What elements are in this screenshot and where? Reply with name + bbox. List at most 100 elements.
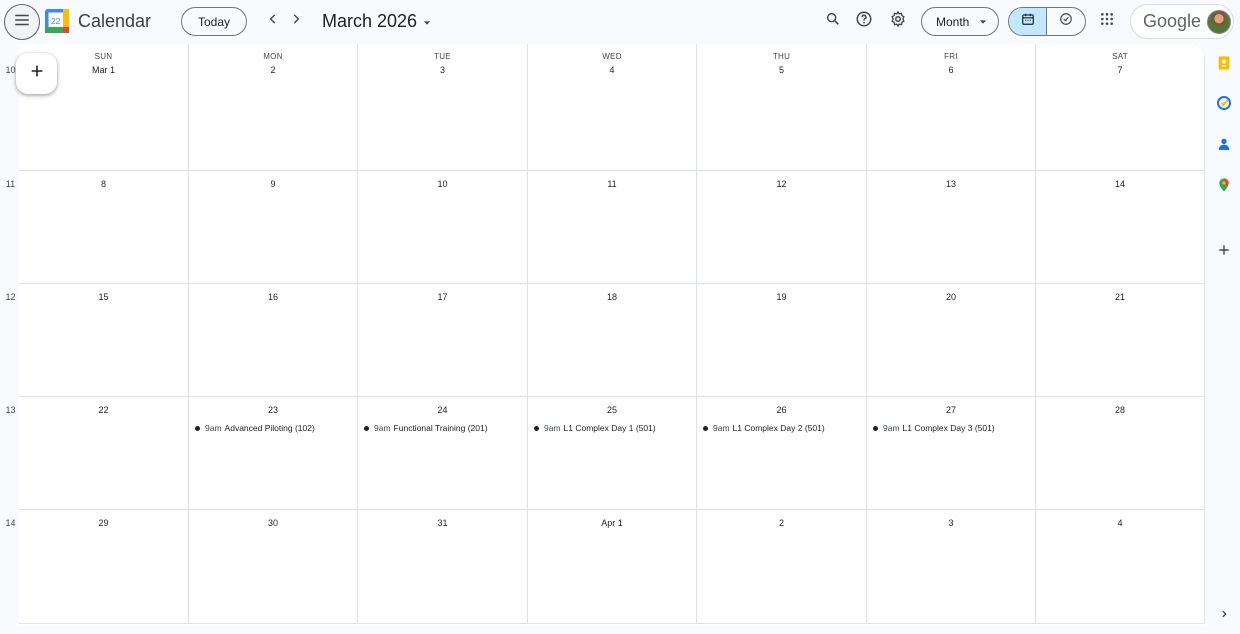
day-cell[interactable]: 18 (528, 284, 697, 397)
day-cell[interactable]: 23 9am Advanced Piloting (102) (189, 397, 358, 510)
day-number[interactable]: 19 (697, 292, 866, 302)
day-number[interactable]: 13 (867, 179, 1035, 189)
month-picker[interactable]: March 2026 (322, 10, 431, 32)
event-chip[interactable]: 9am L1 Complex Day 3 (501) (873, 421, 1031, 435)
event-chip[interactable]: 9am L1 Complex Day 2 (501) (703, 421, 862, 435)
day-cell[interactable]: 4 (1036, 510, 1205, 624)
week-number[interactable]: 11 (2, 179, 19, 189)
day-cell[interactable]: 28 (1036, 397, 1205, 510)
week-number[interactable]: 14 (2, 518, 19, 528)
day-cell[interactable]: 27 9am L1 Complex Day 3 (501) (867, 397, 1036, 510)
day-number[interactable]: 23 (189, 405, 357, 415)
create-event-button[interactable] (16, 53, 57, 94)
event-chip[interactable]: 9am L1 Complex Day 1 (501) (534, 421, 692, 435)
event-time: 9am (713, 423, 730, 433)
day-number[interactable]: 3 (867, 518, 1035, 528)
day-cell[interactable]: 13 (867, 171, 1036, 284)
expand-side-panel-button[interactable] (1214, 605, 1234, 625)
day-cell[interactable]: 12 (697, 171, 867, 284)
day-cell[interactable]: 26 9am L1 Complex Day 2 (501) (697, 397, 867, 510)
day-cell[interactable]: 29 (19, 510, 189, 624)
day-number[interactable]: 8 (19, 179, 188, 189)
day-cell[interactable]: 19 (697, 284, 867, 397)
day-cell[interactable]: WED 4 (528, 44, 697, 171)
day-cell[interactable]: 25 9am L1 Complex Day 1 (501) (528, 397, 697, 510)
next-month-button[interactable] (285, 10, 307, 32)
day-number[interactable]: 25 (528, 405, 696, 415)
tasks-button[interactable] (1214, 95, 1234, 115)
day-cell[interactable]: 8 (19, 171, 189, 284)
contacts-button[interactable] (1214, 136, 1234, 156)
event-chip[interactable]: 9am Advanced Piloting (102) (195, 421, 353, 435)
day-number[interactable]: 20 (867, 292, 1035, 302)
day-cell[interactable]: 17 (358, 284, 528, 397)
day-cell[interactable]: 11 (528, 171, 697, 284)
day-cell[interactable]: Apr 1 (528, 510, 697, 624)
help-button[interactable] (853, 10, 875, 32)
calendar-logo[interactable]: 22 (45, 9, 69, 33)
day-number[interactable]: 17 (358, 292, 527, 302)
day-cell[interactable]: 3 (867, 510, 1036, 624)
day-number[interactable]: 2 (189, 65, 357, 75)
day-number[interactable]: 3 (358, 65, 527, 75)
get-addons-button[interactable] (1214, 242, 1234, 262)
day-number[interactable]: 31 (358, 518, 527, 528)
account-button[interactable]: Google (1130, 4, 1234, 39)
day-cell[interactable]: 14 (1036, 171, 1205, 284)
tasks-view-toggle[interactable] (1047, 8, 1085, 35)
day-number[interactable]: 21 (1036, 292, 1204, 302)
day-number[interactable]: Apr 1 (528, 518, 696, 528)
day-number[interactable]: 11 (528, 179, 696, 189)
day-number[interactable]: 15 (19, 292, 188, 302)
day-cell[interactable]: FRI 6 (867, 44, 1036, 171)
day-cell[interactable]: 31 (358, 510, 528, 624)
day-number[interactable]: 7 (1036, 65, 1204, 75)
day-number[interactable]: 4 (1036, 518, 1204, 528)
maps-button[interactable] (1214, 177, 1234, 197)
previous-month-button[interactable] (262, 10, 284, 32)
day-cell[interactable]: 16 (189, 284, 358, 397)
day-cell[interactable]: 20 (867, 284, 1036, 397)
search-button[interactable] (822, 10, 844, 32)
day-number[interactable]: 14 (1036, 179, 1204, 189)
day-number[interactable]: 18 (528, 292, 696, 302)
day-number[interactable]: 9 (189, 179, 357, 189)
today-button[interactable]: Today (181, 7, 247, 36)
view-selector[interactable]: Month (921, 7, 999, 36)
day-cell[interactable]: SAT 7 (1036, 44, 1205, 171)
day-number[interactable]: 16 (189, 292, 357, 302)
day-number[interactable]: 29 (19, 518, 188, 528)
event-title: Advanced Piloting (102) (224, 423, 315, 433)
day-number[interactable]: 2 (697, 518, 866, 528)
day-cell[interactable]: 9 (189, 171, 358, 284)
day-cell[interactable]: 15 (19, 284, 189, 397)
day-number[interactable]: 30 (189, 518, 357, 528)
day-number[interactable]: 4 (528, 65, 696, 75)
day-number[interactable]: 26 (697, 405, 866, 415)
week-number[interactable]: 13 (2, 405, 19, 415)
google-apps-button[interactable] (1096, 10, 1118, 32)
day-cell[interactable]: 22 (19, 397, 189, 510)
day-cell[interactable]: 30 (189, 510, 358, 624)
day-cell[interactable]: 24 9am Functional Training (201) (358, 397, 528, 510)
day-number[interactable]: 6 (867, 65, 1035, 75)
day-number[interactable]: 5 (697, 65, 866, 75)
calendar-view-toggle[interactable] (1009, 8, 1048, 35)
week-number[interactable]: 12 (2, 292, 19, 302)
day-number[interactable]: 27 (867, 405, 1035, 415)
day-number[interactable]: 12 (697, 179, 866, 189)
keep-button[interactable] (1214, 55, 1234, 75)
day-number[interactable]: 28 (1036, 405, 1204, 415)
day-number[interactable]: 22 (19, 405, 188, 415)
day-cell[interactable]: 10 (358, 171, 528, 284)
event-chip[interactable]: 9am Functional Training (201) (364, 421, 523, 435)
settings-button[interactable] (887, 10, 909, 32)
day-cell[interactable]: THU 5 (697, 44, 867, 171)
day-cell[interactable]: MON 2 (189, 44, 358, 171)
day-cell[interactable]: 21 (1036, 284, 1205, 397)
main-menu-button[interactable] (4, 4, 40, 40)
day-number[interactable]: 24 (358, 405, 527, 415)
day-cell[interactable]: TUE 3 (358, 44, 528, 171)
day-cell[interactable]: 2 (697, 510, 867, 624)
day-number[interactable]: 10 (358, 179, 527, 189)
